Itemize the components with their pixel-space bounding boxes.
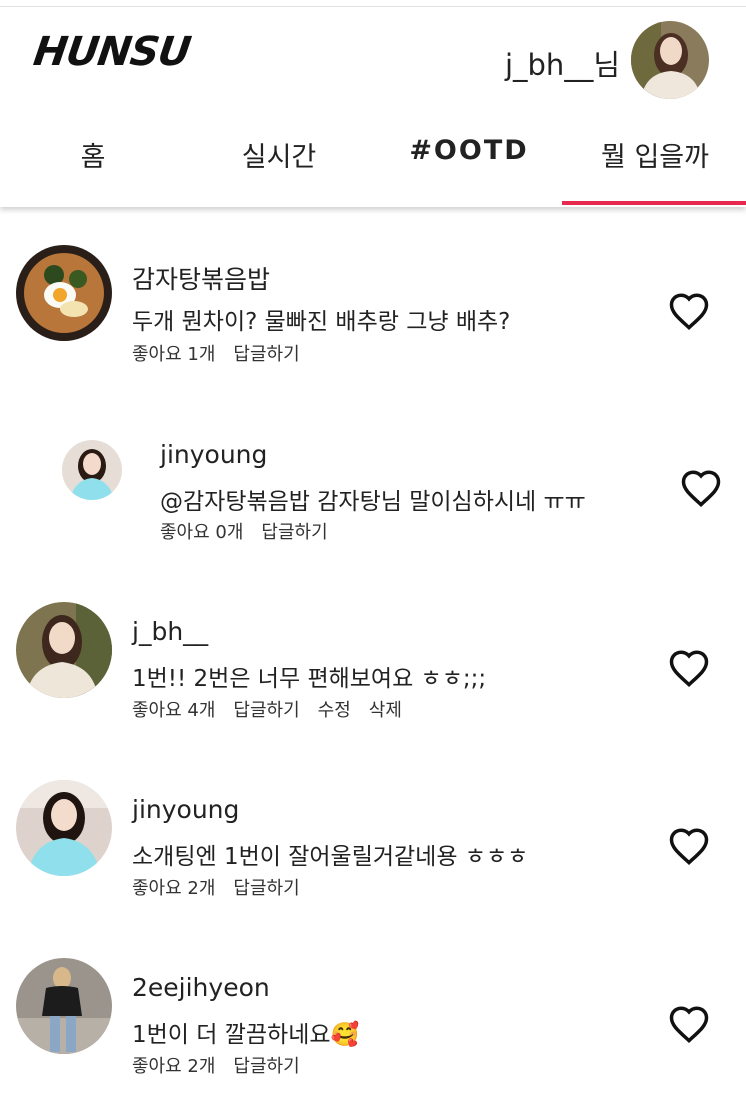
user-avatar[interactable]: [631, 21, 709, 99]
woman-avatar[interactable]: [16, 780, 112, 876]
heart-icon[interactable]: [668, 826, 710, 866]
app-logo[interactable]: HUNSU: [31, 29, 193, 75]
reply-button[interactable]: 답글하기: [233, 1056, 299, 1077]
heart-icon[interactable]: [680, 468, 722, 508]
comment-author[interactable]: 감자탕볶음밥: [132, 260, 270, 296]
delete-button[interactable]: 삭제: [369, 700, 402, 721]
app-header: HUNSU j_bh__님 홈 실시간 #OOTD 뭘 입을까: [0, 7, 746, 207]
user-name[interactable]: j_bh__님: [505, 42, 620, 84]
like-count: 좋아요 0개: [160, 522, 244, 543]
comment-text: 소개팅엔 1번이 잘어울릴거같네용 ㅎㅎㅎ: [132, 844, 529, 870]
heart-icon[interactable]: [668, 291, 710, 331]
comment-text: 두개 뭔차이? 물빠진 배추랑 그냥 배추?: [132, 309, 511, 335]
woman-avatar[interactable]: [16, 602, 112, 698]
comment-author[interactable]: jinyoung: [160, 440, 267, 469]
active-tab-indicator: [562, 201, 746, 205]
tab-ootd[interactable]: #OOTD: [376, 135, 562, 166]
reply-button[interactable]: 답글하기: [233, 700, 299, 721]
tab-home[interactable]: 홈: [0, 135, 186, 174]
woman-avatar[interactable]: [16, 958, 112, 1054]
woman-avatar[interactable]: [62, 440, 122, 500]
comment-text: 1번!! 2번은 너무 편해보여요 ㅎㅎ;;;: [132, 666, 487, 692]
heart-icon[interactable]: [668, 1004, 710, 1044]
like-count: 좋아요 2개: [132, 1056, 216, 1077]
like-count: 좋아요 4개: [132, 700, 216, 721]
edit-button[interactable]: 수정: [318, 700, 351, 721]
reply-button[interactable]: 답글하기: [233, 878, 299, 899]
reply-button[interactable]: 답글하기: [261, 522, 327, 543]
reply-button[interactable]: 답글하기: [233, 344, 299, 365]
food-rice-avatar[interactable]: [16, 245, 112, 341]
tab-realtime[interactable]: 실시간: [186, 135, 372, 174]
comment-text: 1번이 더 깔끔하네요🥰: [132, 1022, 360, 1048]
comment-author[interactable]: j_bh__: [132, 617, 208, 646]
heart-icon[interactable]: [668, 648, 710, 688]
comment-author[interactable]: jinyoung: [132, 795, 239, 824]
tab-bar: 홈 실시간 #OOTD 뭘 입을까: [0, 127, 746, 207]
comment-text: @감자탕볶음밥 감자탕님 말이심하시네 ㅠㅠ: [160, 489, 586, 515]
like-count: 좋아요 1개: [132, 344, 216, 365]
comment-author[interactable]: 2eejihyeon: [132, 973, 270, 1002]
tab-what-to-wear[interactable]: 뭘 입을까: [562, 135, 746, 174]
like-count: 좋아요 2개: [132, 878, 216, 899]
